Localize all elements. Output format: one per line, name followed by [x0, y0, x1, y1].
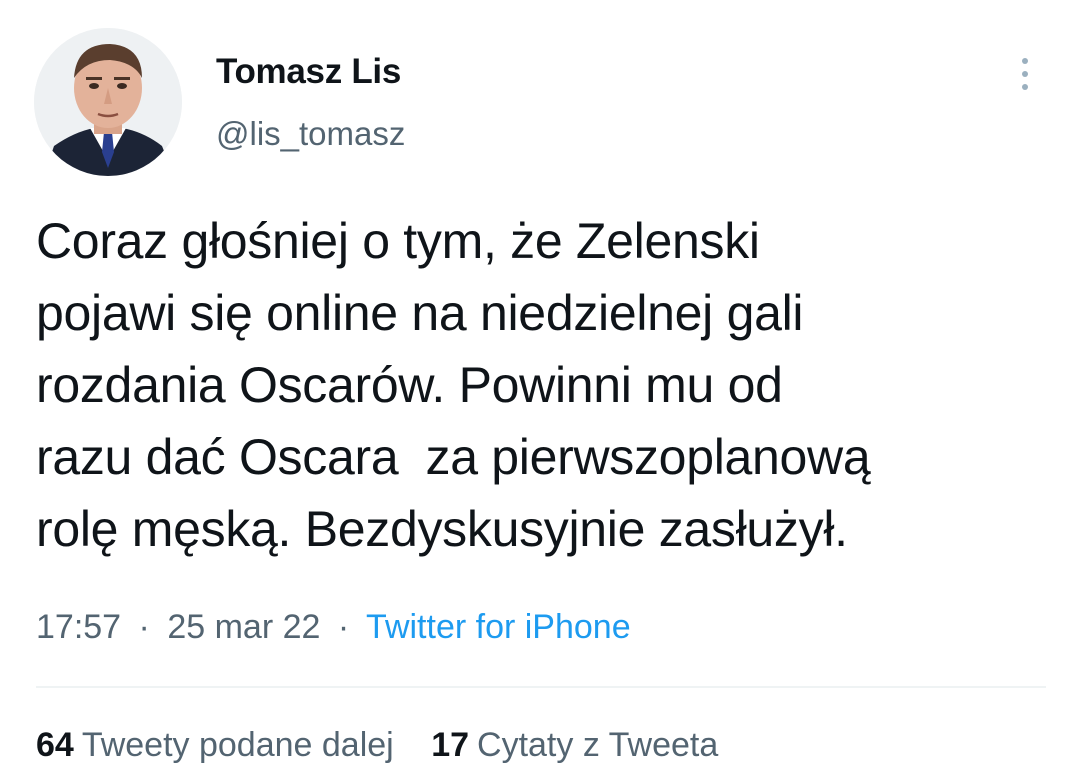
tweet-stats: 64 Tweety podane dalej 17 Cytaty z Tweeta — [36, 726, 746, 765]
author-name[interactable]: Tomasz Lis — [216, 52, 401, 92]
divider — [36, 686, 1046, 688]
tweet-source-link[interactable]: Twitter for iPhone — [366, 608, 631, 646]
meta-separator: · — [337, 608, 350, 646]
more-vertical-icon — [1022, 58, 1028, 64]
avatar[interactable] — [34, 28, 182, 176]
quotes-label: Cytaty z Tweeta — [477, 726, 719, 764]
retweets-count: 64 — [36, 726, 74, 764]
quotes-count: 17 — [431, 726, 470, 764]
more-vertical-icon-dot — [1022, 84, 1028, 90]
more-vertical-icon-dot — [1022, 71, 1028, 77]
meta-separator: · — [138, 608, 150, 646]
author-handle[interactable]: @lis_tomasz — [216, 115, 405, 153]
tweet-text-line: razu dać Oscara za pierwszoplanową — [36, 429, 871, 485]
tweet-metadata: 17:57 · 25 mar 22 · Twitter for iPhone — [36, 608, 631, 647]
avatar-image — [34, 28, 182, 176]
tweet-date[interactable]: 25 mar 22 — [167, 608, 320, 646]
retweets-label: Tweety podane dalej — [81, 726, 394, 764]
tweet-time[interactable]: 17:57 — [36, 608, 121, 646]
more-options-button[interactable] — [1008, 50, 1042, 98]
tweet-text-line: pojawi się online na niedzielnej gali — [36, 285, 804, 341]
tweet-text: Coraz głośniej o tym, że Zelenski pojawi… — [36, 205, 1046, 565]
tweet-text-line: Coraz głośniej o tym, że Zelenski — [36, 213, 760, 269]
retweets-stat[interactable]: 64 Tweety podane dalej — [36, 726, 403, 764]
quotes-stat[interactable]: 17 Cytaty z Tweeta — [431, 726, 718, 764]
tweet-card: Tomasz Lis @lis_tomasz Coraz głośniej o … — [0, 0, 1080, 764]
tweet-text-line: rolę męską. Bezdyskusyjnie zasłużył. — [36, 501, 848, 557]
tweet-text-line: rozdania Oscarów. Powinni mu od — [36, 357, 783, 413]
